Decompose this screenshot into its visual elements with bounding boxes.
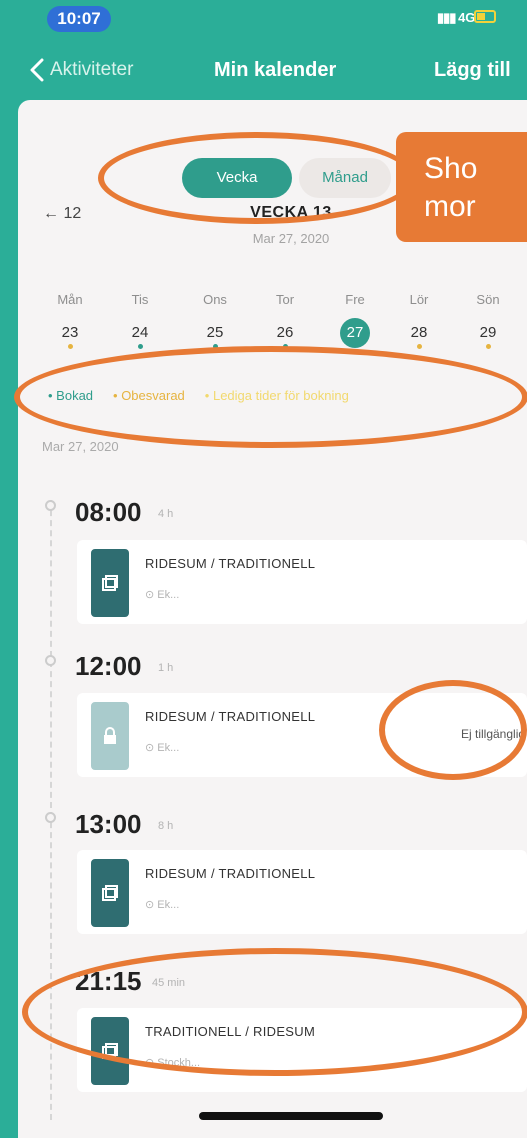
timeline-dot — [45, 500, 56, 511]
day-name: Tis — [131, 292, 149, 307]
event-card[interactable]: RIDESUM / TRADITIONELL ⊙ Ek... — [77, 850, 527, 934]
day-name: Fre — [345, 292, 365, 307]
signal-icon: ▮▮▮ 4G — [437, 10, 476, 25]
page-title: Min kalender — [214, 59, 337, 81]
event-card[interactable]: RIDESUM / TRADITIONELL ⊙ Ek... — [77, 540, 527, 624]
event-title: RIDESUM / TRADITIONELL — [145, 866, 316, 881]
status-bar: 10:07 ▮▮▮ 4G — [0, 0, 527, 38]
day-fri[interactable]: Fre 27 — [333, 292, 377, 348]
event-icon — [91, 859, 129, 927]
network-label: 4G — [458, 10, 476, 25]
day-name: Tor — [275, 292, 295, 307]
day-mon[interactable]: Mån 23 — [48, 292, 92, 349]
annotation-callout-text: Sho mor — [424, 152, 478, 223]
event-location: ⊙ Ek... — [145, 898, 179, 911]
event-location: ⊙ Ek... — [145, 588, 179, 601]
slot-duration: 4 h — [158, 508, 174, 520]
status-time: 10:07 — [47, 6, 111, 32]
day-sun[interactable]: Sön 29 — [466, 292, 510, 349]
event-location-text: Ek... — [157, 742, 180, 754]
timeline-dot — [45, 812, 56, 823]
event-icon — [91, 549, 129, 617]
slot-time: 12:00 — [75, 651, 142, 681]
annotation-ring — [379, 680, 527, 780]
day-sat[interactable]: Lör 28 — [397, 292, 441, 349]
location-pin-icon: ⊙ — [145, 589, 158, 601]
back-label: Aktiviteter — [50, 59, 134, 80]
chevron-left-icon — [30, 58, 44, 82]
day-name: Ons — [203, 292, 227, 307]
event-location: ⊙ Ek... — [145, 741, 179, 754]
list-date: Mar 27, 2020 — [42, 439, 119, 454]
day-thu[interactable]: Tor 26 — [263, 292, 307, 349]
home-indicator — [199, 1112, 383, 1120]
annotation-ring — [98, 132, 416, 224]
nav-bar: Aktiviteter Min kalender Lägg till — [0, 44, 527, 98]
calendar-icon — [102, 885, 118, 901]
day-name: Sön — [476, 292, 500, 307]
day-date: 23 — [61, 324, 79, 341]
day-date: 26 — [276, 324, 294, 341]
previous-week-button[interactable]: ← 12 — [43, 205, 81, 223]
day-wed[interactable]: Ons 25 — [193, 292, 237, 349]
slot-duration: 1 h — [158, 662, 174, 674]
location-pin-icon: ⊙ — [145, 899, 158, 911]
day-date: 29 — [479, 324, 497, 341]
day-date: 27 — [340, 318, 370, 348]
day-date: 28 — [410, 324, 428, 341]
slot-time: 08:00 — [75, 497, 142, 527]
lock-icon — [104, 727, 116, 744]
event-icon — [91, 702, 129, 770]
week-date: Mar 27, 2020 — [252, 231, 330, 246]
day-tue[interactable]: Tis 24 — [118, 292, 162, 349]
battery-icon — [474, 10, 496, 23]
event-location-text: Ek... — [157, 589, 180, 601]
day-name: Lör — [409, 292, 429, 307]
slot-time: 13:00 — [75, 809, 142, 839]
event-title: RIDESUM / TRADITIONELL — [145, 709, 316, 724]
day-name: Mån — [57, 292, 83, 307]
back-button[interactable]: Aktiviteter — [30, 52, 133, 88]
slot-duration: 8 h — [158, 820, 174, 832]
add-button[interactable]: Lägg till — [434, 59, 511, 82]
calendar-icon — [102, 575, 118, 591]
annotation-ring — [14, 346, 527, 448]
annotation-ring — [22, 948, 527, 1076]
location-pin-icon: ⊙ — [145, 742, 158, 754]
day-date: 24 — [131, 324, 149, 341]
timeline-dot — [45, 655, 56, 666]
event-title: RIDESUM / TRADITIONELL — [145, 556, 316, 571]
event-location-text: Ek... — [157, 899, 180, 911]
day-date: 25 — [206, 324, 224, 341]
